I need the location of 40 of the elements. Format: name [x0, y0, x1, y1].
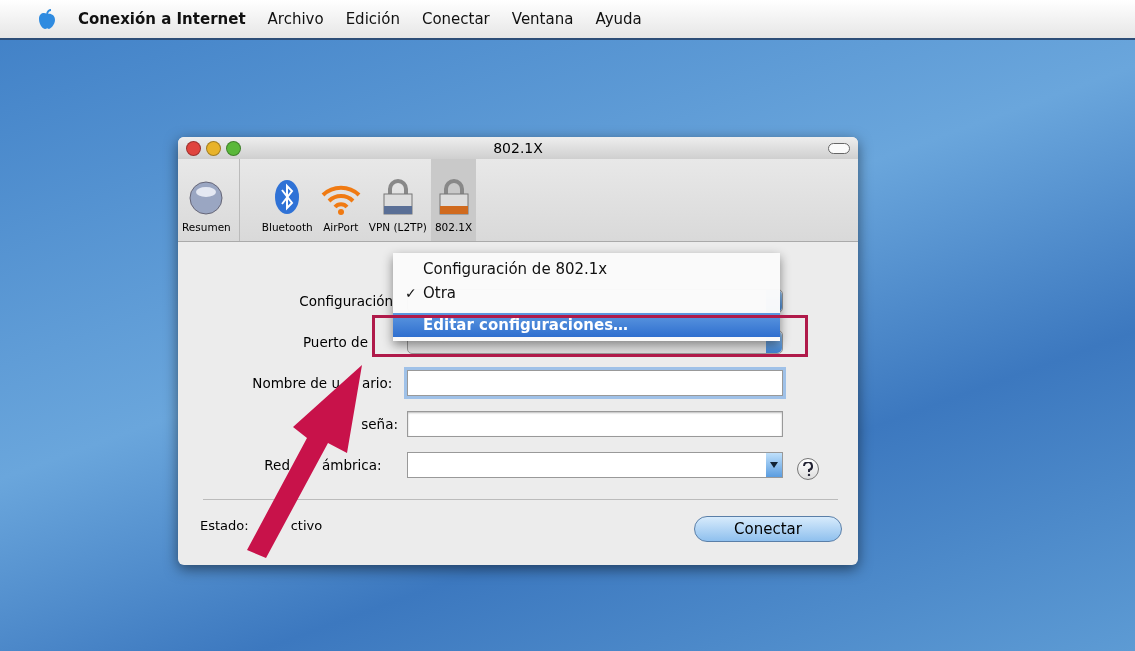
padlock-icon	[381, 179, 414, 215]
toolbar-tab[interactable]: AirPort	[316, 159, 365, 241]
menu-item[interactable]: Edición	[345, 10, 400, 28]
status-text: ctivo	[290, 517, 323, 533]
menu-option[interactable]: Configuración de 802.1x	[393, 257, 780, 281]
apple-logo-icon[interactable]	[38, 9, 56, 29]
menu-option[interactable]: ✓ Otra	[393, 281, 780, 305]
minimize-button[interactable]	[206, 140, 221, 156]
close-button[interactable]	[186, 140, 201, 156]
toolbar-tab[interactable]: 802.1X	[430, 159, 477, 241]
question-mark-icon	[803, 461, 813, 476]
toolbar-toggle-button[interactable]	[828, 142, 850, 154]
menu-item[interactable]: Conectar	[421, 10, 490, 28]
globe-icon	[189, 181, 224, 215]
field-label: Puerto de	[302, 333, 368, 350]
toolbar-tab[interactable]: VPN (L2TP)	[364, 159, 431, 241]
menu-item[interactable]: Archivo	[267, 10, 324, 28]
toolbar-tab[interactable]: Resumen	[178, 159, 240, 241]
field-label: ario:	[362, 374, 393, 391]
field-label: Nombre de u	[252, 374, 340, 391]
wifi-icon	[320, 183, 361, 215]
input-field[interactable]	[407, 369, 783, 396]
combo-box[interactable]	[407, 451, 783, 478]
bluetooth-icon	[274, 179, 301, 215]
menu-item[interactable]: Ventana	[511, 10, 574, 28]
caret-icon	[770, 461, 778, 468]
toolbar-tab[interactable]: Bluetooth	[257, 159, 317, 241]
zoom-button[interactable]	[226, 140, 241, 156]
padlock-icon	[437, 179, 470, 215]
field-label: seña:	[361, 415, 398, 432]
window-title: 802.1X	[493, 140, 543, 156]
field-label: Red	[264, 456, 290, 473]
app-name[interactable]: Conexión a Internet	[78, 10, 246, 28]
status-text: Estado:	[200, 517, 249, 533]
help-button[interactable]	[797, 457, 819, 480]
input-field[interactable]	[407, 410, 783, 437]
connect-button[interactable]: Conectar	[694, 516, 842, 542]
field-label: ámbrica:	[322, 456, 382, 473]
field-label: Configuración	[299, 292, 393, 309]
menu-item[interactable]: Ayuda	[595, 10, 642, 28]
